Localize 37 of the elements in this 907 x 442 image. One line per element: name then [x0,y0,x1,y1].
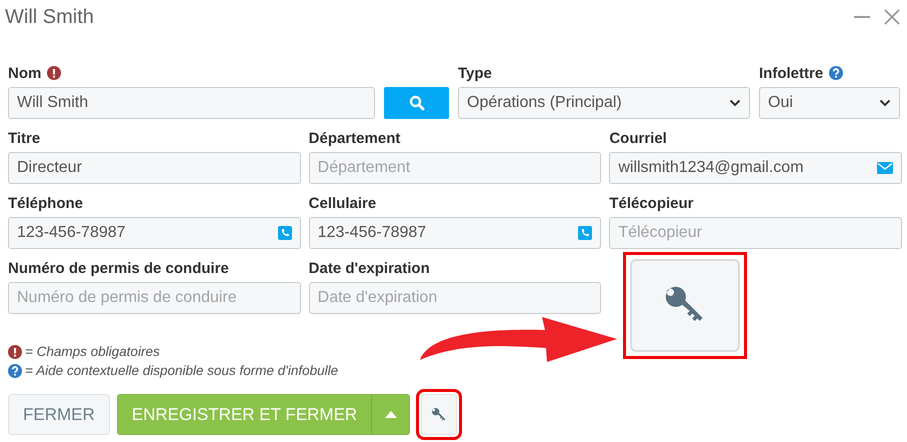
required-icon [8,344,22,358]
help-icon[interactable] [829,66,844,80]
search-button[interactable] [384,87,449,119]
field-label: Département [308,130,400,146]
close-icon[interactable] [884,9,900,25]
phone-field[interactable]: 123-456-78987 [308,217,602,249]
chevron-down-icon [879,99,891,107]
email-field[interactable]: willsmith1234@gmail.com [609,152,902,184]
field-label: Nom [8,64,42,82]
input-field[interactable]: Will Smith [8,87,375,119]
dropdown-toggle-button[interactable] [371,395,410,434]
legend-text: = Aide contextuelle disponible sous forme d'infobulle [25,363,338,378]
help-icon[interactable] [8,364,22,378]
field-label: Cellulaire [308,194,376,212]
field-label: Courriel [609,130,667,146]
phone-field[interactable]: 123-456-78987 [8,217,301,249]
key-button[interactable] [630,259,740,352]
caret-up-icon [384,411,397,418]
search-icon [408,95,424,111]
chevron-down-icon [729,99,741,107]
phone-icon[interactable] [278,226,292,240]
window-title: Will Smith [5,6,95,28]
field-label: Infolettre [759,64,824,82]
select-field[interactable]: Opérations (Principal) [458,87,750,119]
field-label: Type [458,64,492,82]
legend-text: = Champs obligatoires [25,344,160,359]
phone-icon[interactable] [578,226,592,240]
field-label: Titre [8,130,40,146]
envelope-icon[interactable] [876,162,893,174]
close-button[interactable]: FERMER [8,394,110,435]
field-label: Numéro de permis de conduire [8,260,229,276]
field-label: Téléphone [8,194,84,212]
field-label: Télécopieur [609,194,694,212]
input-field[interactable]: Directeur [8,152,301,184]
field-label: Date d'expiration [308,260,430,276]
select-field[interactable]: Oui [759,87,900,119]
key-icon [431,406,448,422]
